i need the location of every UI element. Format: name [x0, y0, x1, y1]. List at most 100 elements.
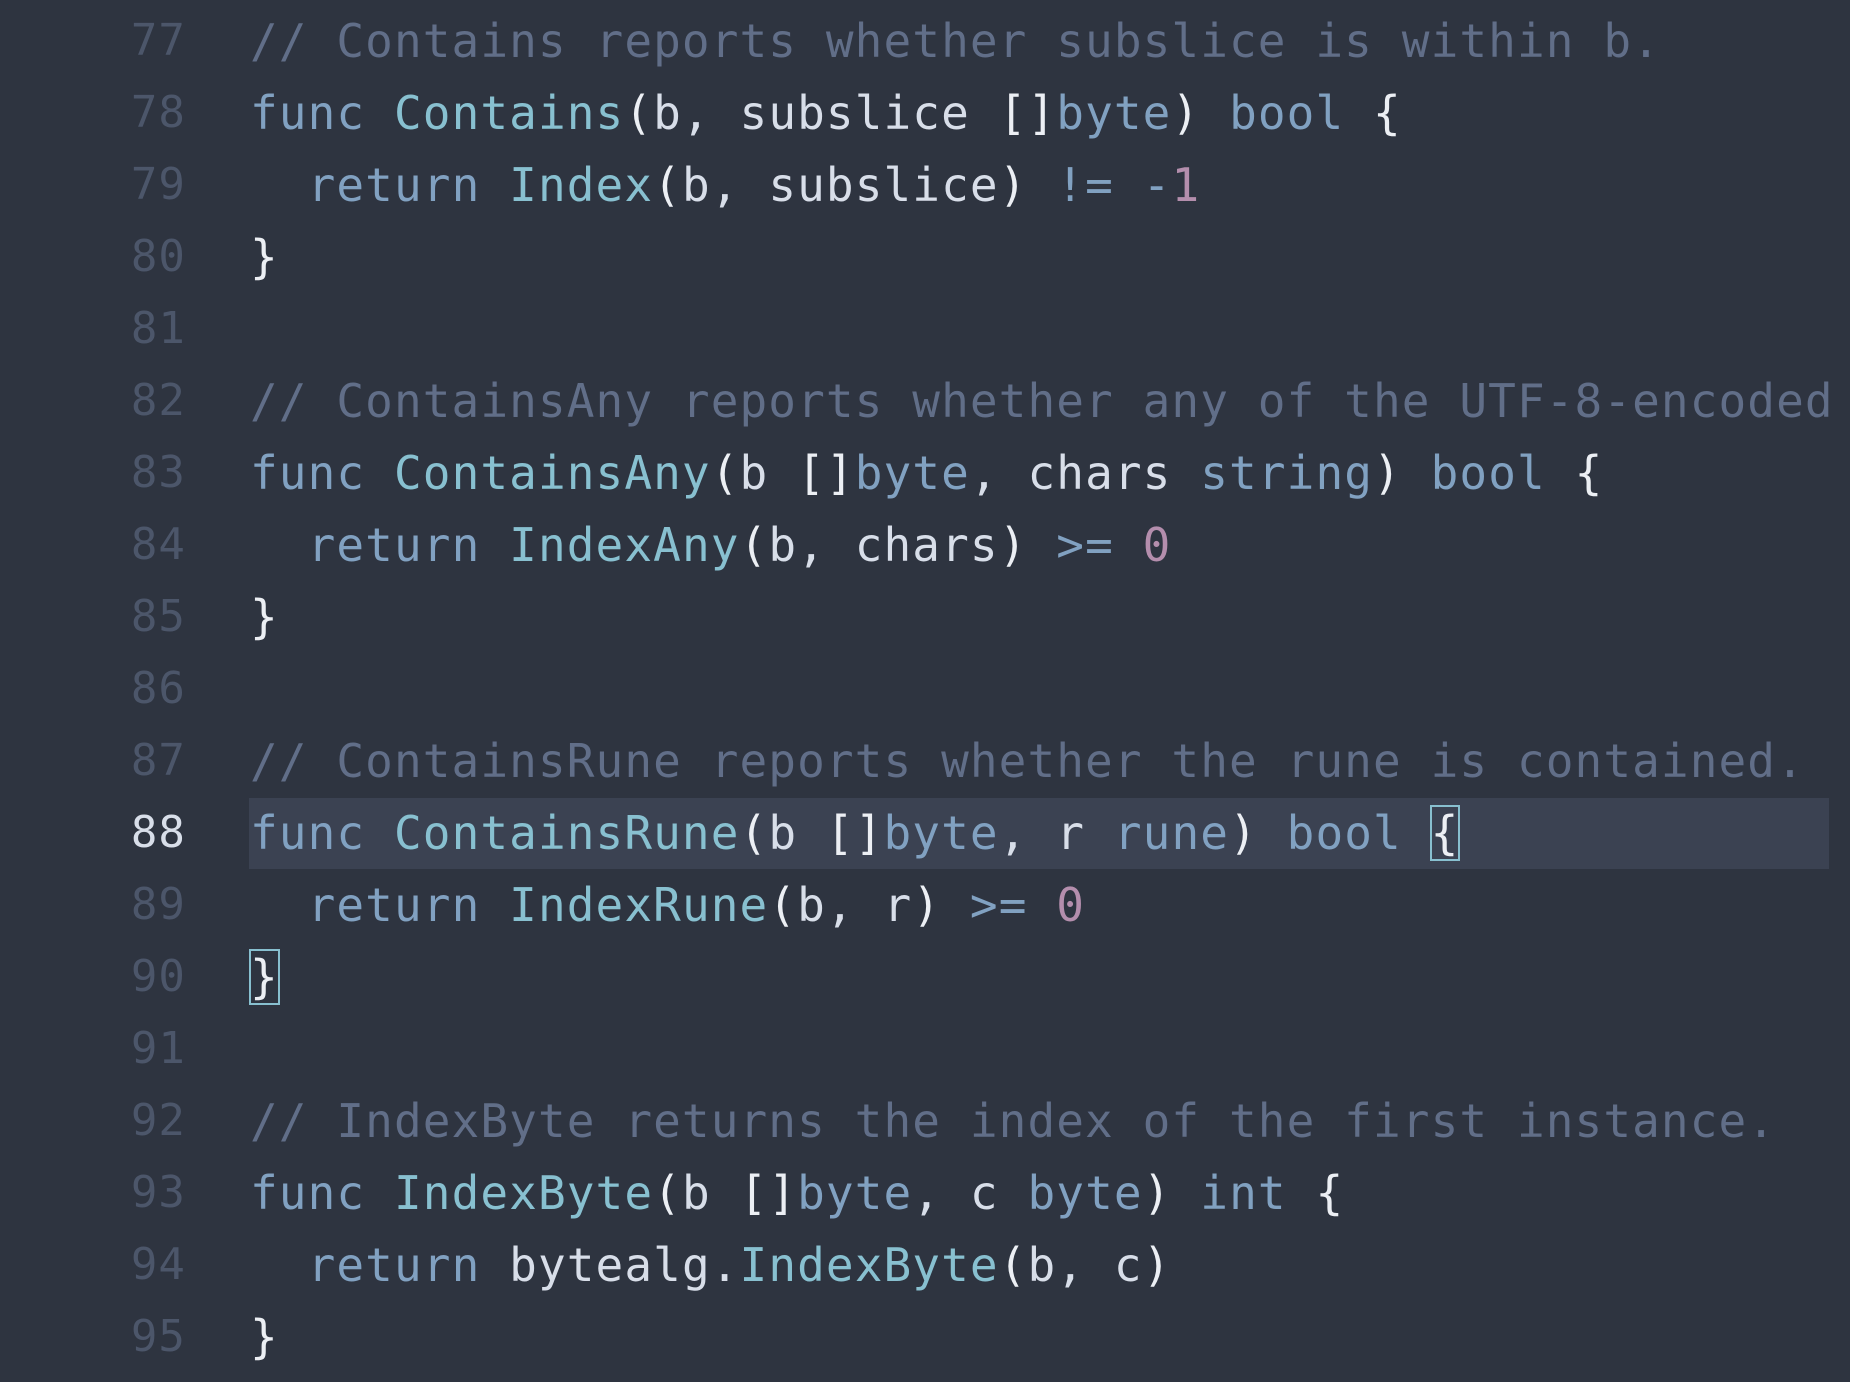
token-punct: [] [998, 86, 1057, 140]
token-type: bool [1286, 806, 1402, 860]
token-text: b, r [797, 878, 913, 932]
line-number[interactable]: 91 [60, 1013, 186, 1085]
token-text: b, chars [768, 518, 999, 572]
code-text[interactable]: } [249, 941, 280, 1013]
code-text[interactable]: // ContainsAny reports whether any of th… [250, 365, 1834, 437]
token-op: != [1056, 158, 1114, 212]
token-punct: ) [1373, 446, 1402, 500]
code-line[interactable]: 82 // ContainsAny reports whether any of … [0, 365, 1850, 437]
token-punct: } [250, 590, 279, 644]
line-number[interactable]: 82 [60, 365, 186, 437]
code-text[interactable]: func ContainsRune(b []byte, r rune) bool… [250, 797, 1461, 869]
code-line[interactable]: 89 return IndexRune(b, r) >= 0 [0, 869, 1850, 941]
code-line[interactable]: 92 // IndexByte returns the index of the … [0, 1085, 1850, 1157]
line-number[interactable]: 83 [60, 437, 186, 509]
line-number[interactable]: 86 [60, 653, 186, 725]
code-line-current[interactable]: 88 func ContainsRune(b []byte, r rune) bo… [0, 797, 1850, 869]
token-op: >= [1056, 518, 1114, 572]
line-number[interactable]: 89 [60, 869, 186, 941]
line-number[interactable]: 88 [60, 797, 186, 869]
code-line[interactable]: 77 // Contains reports whether subslice i… [0, 5, 1850, 77]
code-line[interactable]: 79 return Index(b, subslice) != -1 [0, 149, 1850, 221]
code-line[interactable]: 83 func ContainsAny(b []byte, chars strin… [0, 437, 1850, 509]
code-editor[interactable]: 77 // Contains reports whether subslice i… [0, 0, 1850, 1382]
token-keyword: return [307, 878, 481, 932]
code-text[interactable]: func ContainsAny(b []byte, chars string)… [250, 437, 1603, 509]
line-number[interactable]: 85 [60, 581, 186, 653]
code-line[interactable]: 87 // ContainsRune reports whether the ru… [0, 725, 1850, 797]
token-keyword: func [250, 806, 366, 860]
token-func: Index [509, 158, 654, 212]
line-number[interactable]: 95 [60, 1301, 186, 1373]
token-keyword: return [307, 518, 481, 572]
code-text[interactable]: // ContainsRune reports whether the rune… [250, 725, 1805, 797]
code-text[interactable]: return IndexAny(b, chars) >= 0 [250, 509, 1171, 581]
code-line[interactable]: 91 [0, 1013, 1850, 1085]
code-line[interactable]: 90} [0, 941, 1850, 1013]
code-line[interactable]: 78 func Contains(b, subslice []byte) bool… [0, 77, 1850, 149]
token-type: byte [854, 446, 970, 500]
matched-bracket: } [249, 949, 280, 1005]
token-keyword: return [307, 158, 481, 212]
code-line[interactable]: 95} [0, 1301, 1850, 1373]
token-func: IndexByte [739, 1238, 999, 1292]
code-line[interactable]: 80} [0, 221, 1850, 293]
code-text[interactable]: } [250, 221, 279, 293]
token-func: IndexRune [509, 878, 769, 932]
token-punct: } [250, 230, 279, 284]
token-text: b, subslice [653, 86, 999, 140]
token-punct: ( [739, 806, 769, 860]
code-line[interactable]: 94 return bytealg.IndexByte(b, c) [0, 1229, 1850, 1301]
token-punct: [] [739, 1166, 798, 1220]
line-number[interactable]: 84 [60, 509, 186, 581]
line-number[interactable]: 92 [60, 1085, 186, 1157]
line-number[interactable]: 80 [60, 221, 186, 293]
token-punct: ( [739, 518, 769, 572]
code-text[interactable]: return bytealg.IndexByte(b, c) [250, 1229, 1171, 1301]
token-punct: ) [912, 878, 942, 932]
code-text[interactable]: // IndexByte returns the index of the fi… [250, 1085, 1776, 1157]
line-number[interactable]: 79 [60, 149, 186, 221]
token-text: b, c [1027, 1238, 1143, 1292]
token-punct: ( [653, 1166, 682, 1220]
code-text[interactable]: return IndexRune(b, r) >= 0 [250, 869, 1085, 941]
code-line[interactable]: 81 [0, 293, 1850, 365]
code-line[interactable]: 84 return IndexAny(b, chars) >= 0 [0, 509, 1850, 581]
token-number: 1 [1171, 158, 1201, 212]
token-punct: ) [1142, 1166, 1172, 1220]
line-number[interactable]: 77 [60, 5, 186, 77]
code-text[interactable]: func IndexByte(b []byte, c byte) int { [250, 1157, 1344, 1229]
token-op: - [1142, 158, 1172, 212]
line-number[interactable]: 93 [60, 1157, 186, 1229]
code-line[interactable]: 85} [0, 581, 1850, 653]
token-keyword: func [250, 86, 366, 140]
token-op: >= [969, 878, 1028, 932]
line-number[interactable]: 94 [60, 1229, 186, 1301]
token-punct: { [1315, 1166, 1345, 1220]
line-number[interactable]: 90 [60, 941, 186, 1013]
code-text[interactable]: func Contains(b, subslice []byte) bool { [250, 77, 1402, 149]
code-line[interactable]: 93 func IndexByte(b []byte, c byte) int { [0, 1157, 1850, 1229]
code-text[interactable]: // Contains reports whether subslice is … [250, 5, 1661, 77]
code-text[interactable]: return Index(b, subslice) != -1 [250, 149, 1200, 221]
line-number[interactable]: 81 [60, 293, 186, 365]
token-punct: ) [1229, 806, 1258, 860]
code-line[interactable]: 86 [0, 653, 1850, 725]
code-text[interactable]: } [250, 581, 279, 653]
token-type: string [1200, 446, 1374, 500]
code-text[interactable]: } [250, 1301, 279, 1373]
line-number[interactable]: 78 [60, 77, 186, 149]
token-punct: ( [998, 1238, 1028, 1292]
line-number[interactable]: 87 [60, 725, 186, 797]
token-punct: ( [710, 446, 740, 500]
